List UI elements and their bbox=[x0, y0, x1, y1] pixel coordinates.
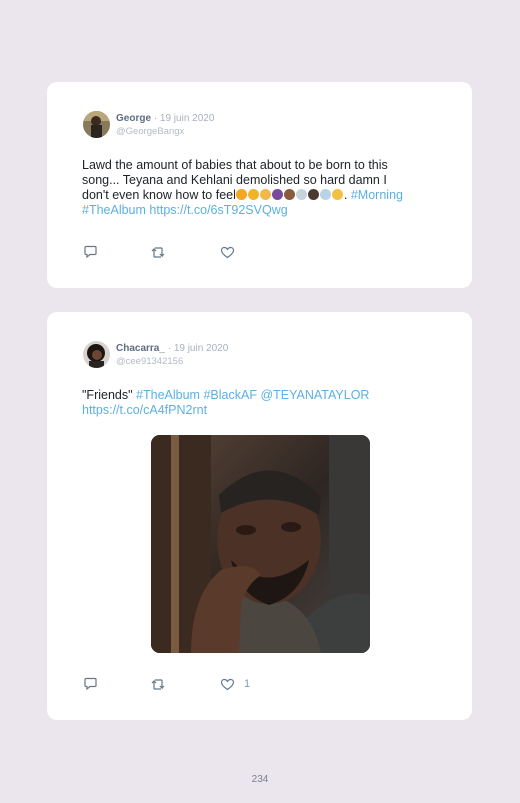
retweet-icon bbox=[151, 678, 165, 690]
emoji-icon bbox=[331, 189, 343, 200]
tweet-text-line: song... Teyana and Kehlani demolished so… bbox=[82, 173, 387, 187]
like-button[interactable]: 1 bbox=[220, 676, 250, 692]
tweet-text: Lawd the amount of babies that about to … bbox=[82, 158, 452, 218]
user-handle[interactable]: @GeorgeBangx bbox=[116, 126, 184, 137]
url-link[interactable]: https://t.co/cA4fPN2rnt bbox=[82, 403, 207, 417]
emoji-icon bbox=[271, 189, 283, 200]
tweet-text-segment: don't even know how to feel bbox=[82, 188, 236, 202]
page-number: 234 bbox=[251, 774, 269, 785]
tweet-actions bbox=[83, 244, 283, 260]
avatar[interactable] bbox=[83, 111, 110, 138]
tweet-card: George · 19 juin 2020 @GeorgeBangx Lawd … bbox=[47, 82, 472, 288]
display-name[interactable]: Chacarra_ bbox=[116, 343, 165, 354]
tweet-text-segment: "Friends" bbox=[82, 388, 133, 402]
emoji-icon bbox=[247, 189, 259, 200]
heart-icon bbox=[220, 678, 235, 690]
tweet-text-line: https://t.co/cA4fPN2rnt bbox=[82, 403, 452, 418]
hashtag-link[interactable]: #TheAlbum bbox=[136, 388, 200, 402]
tweet-text-line: don't even know how to feel. #Morning bbox=[82, 188, 452, 203]
retweet-button[interactable] bbox=[150, 244, 166, 260]
photo-image bbox=[151, 435, 370, 653]
user-handle[interactable]: @cee91342156 bbox=[116, 356, 183, 367]
tweet-text: "Friends" #TheAlbum #BlackAF @TEYANATAYL… bbox=[82, 388, 452, 418]
emoji-icon bbox=[235, 189, 247, 200]
like-count: 1 bbox=[244, 678, 251, 690]
mention-link[interactable]: @TEYANATAYLOR bbox=[260, 388, 369, 402]
emoji-icon bbox=[295, 189, 307, 200]
reply-button[interactable] bbox=[83, 244, 98, 260]
avatar[interactable] bbox=[83, 341, 110, 368]
reply-icon bbox=[84, 245, 97, 259]
reply-icon bbox=[84, 677, 97, 691]
hashtag-link[interactable]: #Morning bbox=[351, 188, 403, 202]
retweet-button[interactable] bbox=[150, 676, 166, 692]
emoji-sequence bbox=[235, 188, 344, 202]
tweet-text-line: #TheAlbum https://t.co/6sT92SVQwg bbox=[82, 203, 452, 218]
tweet-photo[interactable] bbox=[151, 435, 370, 653]
author-line: George · 19 juin 2020 bbox=[116, 113, 215, 124]
hashtag-link[interactable]: #TheAlbum bbox=[82, 203, 146, 217]
hashtag-link[interactable]: #BlackAF bbox=[203, 388, 257, 402]
emoji-icon bbox=[319, 189, 331, 200]
tweet-date[interactable]: 19 juin 2020 bbox=[160, 113, 215, 124]
tweet-text-line: Lawd the amount of babies that about to … bbox=[82, 158, 388, 172]
tweet-text-segment: . bbox=[343, 188, 348, 202]
tweet-text-line: "Friends" #TheAlbum #BlackAF @TEYANATAYL… bbox=[82, 388, 452, 403]
tweet-date[interactable]: 19 juin 2020 bbox=[174, 343, 229, 354]
reply-button[interactable] bbox=[83, 676, 98, 692]
retweet-icon bbox=[151, 246, 165, 258]
tweet-actions: 1 bbox=[83, 676, 283, 692]
url-link[interactable]: https://t.co/6sT92SVQwg bbox=[149, 203, 287, 217]
tweet-card: Chacarra_ · 19 juin 2020 @cee91342156 "F… bbox=[47, 312, 472, 720]
emoji-icon bbox=[259, 189, 271, 200]
emoji-icon bbox=[283, 189, 295, 200]
like-button[interactable] bbox=[220, 244, 235, 260]
emoji-icon bbox=[307, 189, 319, 200]
display-name[interactable]: George bbox=[116, 113, 151, 124]
heart-icon bbox=[220, 246, 235, 258]
author-line: Chacarra_ · 19 juin 2020 bbox=[116, 343, 229, 354]
